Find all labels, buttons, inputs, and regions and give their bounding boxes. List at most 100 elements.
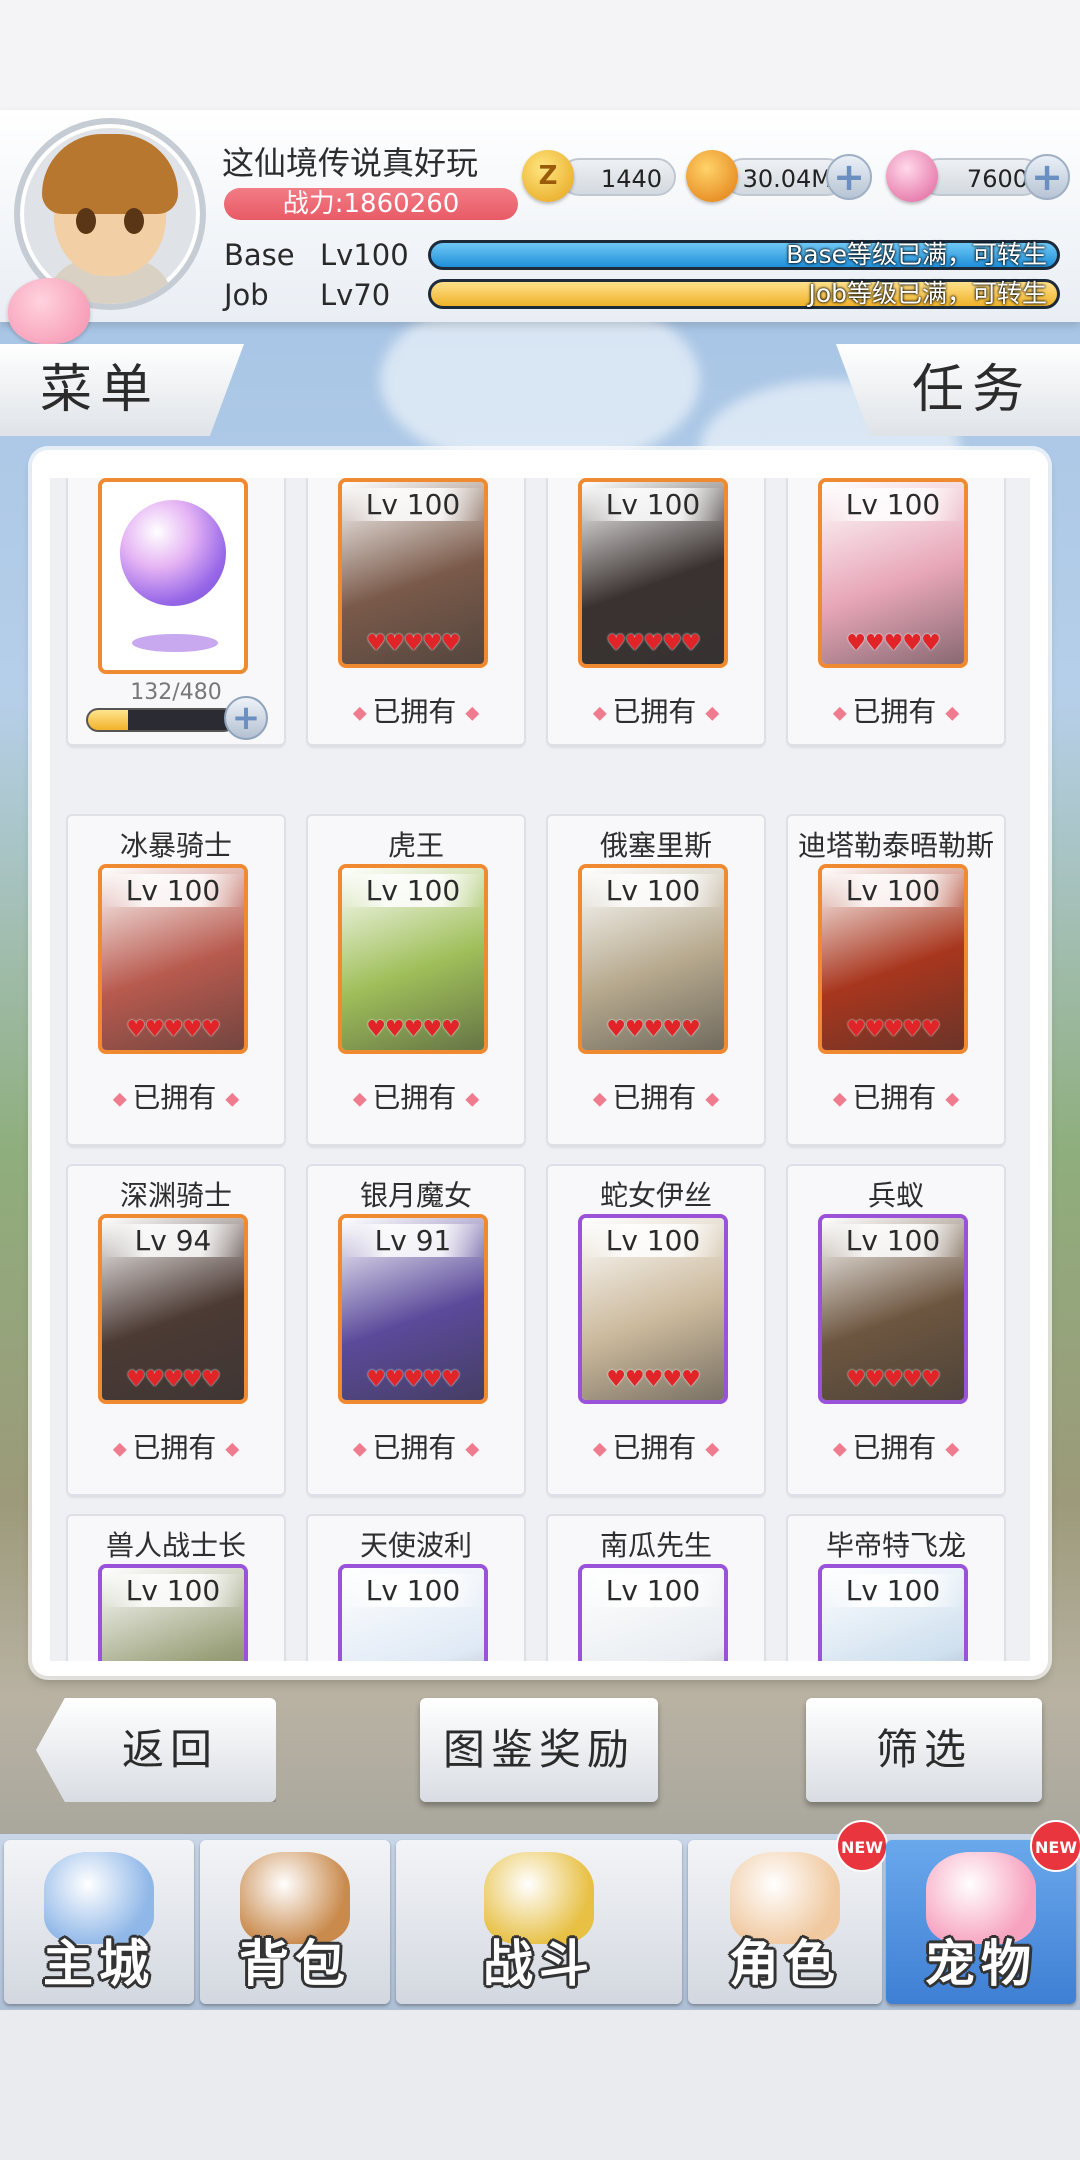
pet-card[interactable]: 迪塔勒泰晤勒斯 Lv 100 ♥♥♥♥♥ ◆ 已拥有 ◆ — [788, 816, 1004, 1144]
pet-owned-status: ◆ 已拥有 ◆ — [308, 1426, 524, 1466]
pet-status-text: 已拥有 — [612, 1431, 697, 1464]
pet-level: Lv 100 — [102, 1574, 244, 1607]
job-label: Job — [224, 278, 269, 312]
pet-level: Lv 100 — [822, 1224, 964, 1257]
pet-name: 虎王 — [387, 829, 444, 862]
pet-portrait: Lv 100 ♥♥♥♥♥ — [818, 478, 968, 668]
player-name: 这仙境传说真好玩 — [222, 144, 479, 182]
pet-card[interactable]: 深渊骑士 Lv 94 ♥♥♥♥♥ ◆ 已拥有 ◆ — [68, 1166, 284, 1494]
pet-level: Lv 100 — [582, 1224, 724, 1257]
pet-status-text: 已拥有 — [372, 1431, 457, 1464]
pet-portrait: Lv 100 ♥♥♥♥♥ — [338, 478, 488, 668]
pet-level: Lv 100 — [342, 1574, 484, 1607]
pet-owned-status: ◆ 已拥有 ◆ — [788, 1426, 1004, 1466]
pet-portrait: Lv 94 ♥♥♥♥♥ — [98, 1214, 248, 1404]
pet-name: 深渊骑士 — [119, 1179, 232, 1212]
diamond-icon: ◆ — [465, 1438, 480, 1460]
pet-name: 银月魔女 — [359, 1179, 472, 1212]
pet-intimacy-hearts: ♥♥♥♥♥ — [366, 1017, 461, 1042]
diamond-icon: ◆ — [352, 1438, 373, 1460]
pet-name: 俄塞里斯 — [599, 829, 712, 862]
pet-grid[interactable]: 132/480 + Lv 100 ♥♥♥♥♥ ◆ 已拥有 ◆ Lv 100 ♥♥… — [50, 478, 1030, 1661]
pet-card[interactable]: 俄塞里斯 Lv 100 ♥♥♥♥♥ ◆ 已拥有 ◆ — [548, 816, 764, 1144]
pet-level: Lv 100 — [582, 1574, 724, 1607]
pet-portrait: Lv 100 ♥♥♥♥♥ — [578, 478, 728, 668]
pet-intimacy-hearts: ♥♥♥♥♥ — [366, 631, 461, 656]
back-button[interactable]: 返回 — [36, 1698, 276, 1802]
pet-card[interactable]: 冰暴骑士 Lv 100 ♥♥♥♥♥ ◆ 已拥有 ◆ — [68, 816, 284, 1144]
pet-portrait: Lv 100 ♥♥♥♥♥ — [338, 864, 488, 1054]
nav-item[interactable]: 战斗 — [396, 1840, 682, 2004]
pet-card[interactable]: Lv 100 ♥♥♥♥♥ ◆ 已拥有 ◆ — [548, 478, 764, 744]
pet-portrait: Lv 100 ♥♥♥♥♥ — [578, 1564, 728, 1661]
diamond-icon: ◆ — [832, 1088, 853, 1110]
pet-name: 蛇女伊丝 — [599, 1179, 712, 1212]
diamond-icon: ◆ — [832, 1438, 853, 1460]
pet-status-text: 已拥有 — [612, 1081, 697, 1114]
pet-owned-status: ◆ 已拥有 ◆ — [548, 1076, 764, 1116]
pet-owned-status: ◆ 已拥有 ◆ — [68, 1426, 284, 1466]
nav-item[interactable]: 背包 — [200, 1840, 390, 2004]
expand-capacity-button[interactable]: + — [224, 696, 268, 740]
nav-label: 角色 — [729, 1935, 841, 1993]
pet-poring-icon[interactable] — [8, 278, 90, 344]
nav-label: 战斗 — [483, 1935, 595, 1993]
pet-card[interactable]: 银月魔女 Lv 91 ♥♥♥♥♥ ◆ 已拥有 ◆ — [308, 1166, 524, 1494]
diamond-icon: ◆ — [465, 702, 480, 724]
pet-name: 兽人战士长 — [105, 1529, 246, 1562]
diamond-icon: ◆ — [352, 702, 373, 724]
add-gem-button[interactable]: + — [1024, 154, 1070, 200]
pet-card[interactable]: 蛇女伊丝 Lv 100 ♥♥♥♥♥ ◆ 已拥有 ◆ — [548, 1166, 764, 1494]
pet-status-text: 已拥有 — [612, 695, 697, 728]
job-exp-bar: Job等级已满，可转生 — [428, 279, 1060, 309]
diamond-icon: ◆ — [112, 1088, 133, 1110]
combat-power-badge: 战力:1860260 — [224, 188, 518, 220]
pet-owned-status: ◆ 已拥有 ◆ — [68, 1076, 284, 1116]
menu-tab[interactable]: 菜单 — [0, 344, 244, 436]
pet-card[interactable]: 毕帝特飞龙 Lv 100 ♥♥♥♥♥ — [788, 1516, 1004, 1661]
pet-card[interactable]: 兽人战士长 Lv 100 ♥♥♥♥♥ — [68, 1516, 284, 1661]
base-label: Base — [224, 238, 295, 272]
bottom-nav: 主城 背包 战斗 角色 NEW 宠物 NEW — [0, 1820, 1080, 2010]
pet-name: 南瓜先生 — [599, 1529, 712, 1562]
pet-name: 冰暴骑士 — [119, 829, 232, 862]
pet-level: Lv 94 — [102, 1224, 244, 1257]
pet-card[interactable]: Lv 100 ♥♥♥♥♥ ◆ 已拥有 ◆ — [308, 478, 524, 744]
pet-level: Lv 100 — [582, 874, 724, 907]
pet-card[interactable]: 兵蚁 Lv 100 ♥♥♥♥♥ ◆ 已拥有 ◆ — [788, 1166, 1004, 1494]
diamond-icon: ◆ — [705, 702, 720, 724]
diamond-icon: ◆ — [465, 1088, 480, 1110]
diamond-icon: ◆ — [592, 702, 613, 724]
pet-card[interactable]: 虎王 Lv 100 ♥♥♥♥♥ ◆ 已拥有 ◆ — [308, 816, 524, 1144]
diamond-icon: ◆ — [705, 1088, 720, 1110]
pet-intimacy-hearts: ♥♥♥♥♥ — [606, 631, 701, 656]
pet-portrait: Lv 100 ♥♥♥♥♥ — [818, 1564, 968, 1661]
pet-collection-panel: 132/480 + Lv 100 ♥♥♥♥♥ ◆ 已拥有 ◆ Lv 100 ♥♥… — [32, 450, 1048, 1676]
pet-card[interactable]: 南瓜先生 Lv 100 ♥♥♥♥♥ — [548, 1516, 764, 1661]
pet-capacity-bar — [86, 708, 236, 732]
pet-card[interactable]: 天使波利 Lv 100 ♥♥♥♥♥ — [308, 1516, 524, 1661]
add-gold-button[interactable]: + — [826, 154, 872, 200]
pet-card[interactable]: Lv 100 ♥♥♥♥♥ ◆ 已拥有 ◆ — [788, 478, 1004, 744]
task-tab[interactable]: 任务 — [836, 344, 1080, 436]
pet-intimacy-hearts: ♥♥♥♥♥ — [846, 631, 941, 656]
diamond-icon: ◆ — [945, 1438, 960, 1460]
pet-intimacy-hearts: ♥♥♥♥♥ — [126, 1017, 221, 1042]
filter-button[interactable]: 筛选 — [806, 1698, 1042, 1802]
pet-name: 迪塔勒泰晤勒斯 — [797, 829, 994, 862]
gem-icon — [886, 150, 938, 202]
diamond-icon: ◆ — [945, 1088, 960, 1110]
pet-level: Lv 100 — [822, 874, 964, 907]
pet-owned-status: ◆ 已拥有 ◆ — [548, 690, 764, 730]
pet-owned-status: ◆ 已拥有 ◆ — [308, 1076, 524, 1116]
pet-status-text: 已拥有 — [852, 1431, 937, 1464]
pet-portrait: Lv 100 ♥♥♥♥♥ — [818, 1214, 968, 1404]
collection-rewards-button[interactable]: 图鉴奖励 — [420, 1698, 658, 1802]
zeny-amount: 1440 — [560, 158, 676, 196]
pet-level: Lv 100 — [102, 874, 244, 907]
pet-level: Lv 100 — [822, 488, 964, 521]
diamond-icon: ◆ — [225, 1438, 240, 1460]
nav-item[interactable]: 主城 — [4, 1840, 194, 2004]
pet-status-text: 已拥有 — [852, 695, 937, 728]
diamond-icon: ◆ — [832, 702, 853, 724]
